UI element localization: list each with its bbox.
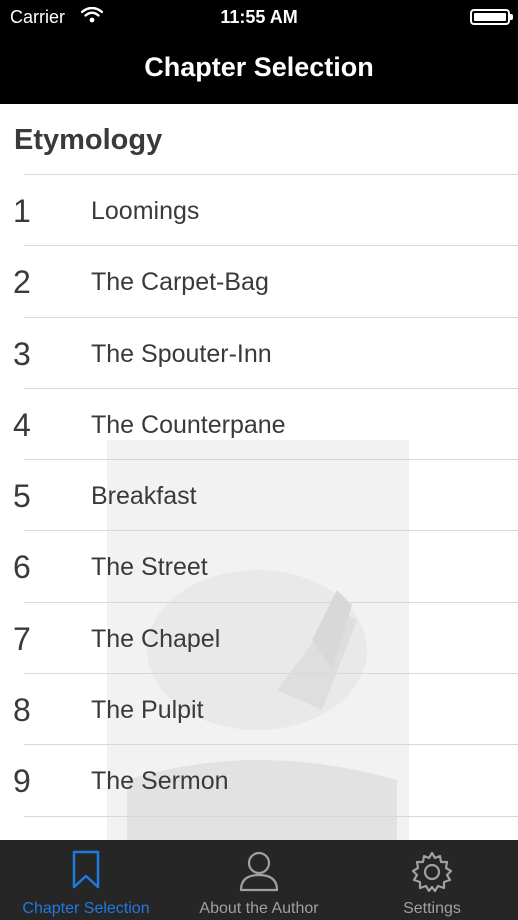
section-header[interactable]: Etymology: [0, 104, 518, 174]
chapter-number: 3: [13, 335, 31, 372]
chapter-title: The Pulpit: [91, 696, 204, 725]
chapter-title: The Chapel: [91, 624, 221, 653]
list-item[interactable]: 7 The Chapel: [13, 601, 518, 673]
list-item[interactable]: 4 The Counterpane: [13, 387, 518, 459]
tab-chapter-selection[interactable]: Chapter Selection: [0, 840, 172, 920]
list-item[interactable]: 2 The Carpet-Bag: [13, 245, 518, 316]
chapter-rows: 1 Loomings 2 The Carpet-Bag 3 The Spoute…: [0, 174, 518, 840]
list-item[interactable]: 8 The Pulpit: [13, 673, 518, 744]
section-header-label: Etymology: [14, 124, 163, 156]
tab-label: Settings: [403, 900, 461, 917]
list-item[interactable]: 1 Loomings: [13, 174, 518, 245]
status-bar: Carrier 11:55 AM: [0, 0, 518, 34]
chapter-number: 7: [13, 620, 31, 657]
chapter-number: 5: [13, 478, 31, 515]
chapter-number: 4: [13, 406, 31, 443]
tab-bar: Chapter Selection About the Author Setti…: [0, 840, 518, 920]
chapter-title: The Sermon: [91, 767, 229, 796]
tab-label: Chapter Selection: [22, 900, 150, 917]
chapter-title: The Spouter-Inn: [91, 339, 272, 368]
chapter-number: 8: [13, 692, 31, 729]
top-bar: Carrier 11:55 AM Chapter Selection: [0, 0, 518, 104]
chapter-number: 6: [13, 549, 31, 586]
chapter-title: Loomings: [91, 197, 200, 225]
app-screen: Carrier 11:55 AM Chapter Selection Etymo…: [0, 0, 518, 920]
chapter-list[interactable]: Etymology 1 Loomings 2 The Carpet-Bag 3 …: [0, 104, 518, 840]
list-item[interactable]: 5 Breakfast: [13, 459, 518, 530]
list-item[interactable]: 9 The Sermon: [13, 744, 518, 815]
page-title: Chapter Selection: [144, 52, 374, 82]
tab-label: About the Author: [199, 900, 319, 917]
chapter-title: Breakfast: [91, 482, 197, 511]
chapter-title: The Counterpane: [91, 410, 286, 439]
list-item[interactable]: 6 The Street: [13, 530, 518, 601]
chapter-number: 2: [13, 264, 31, 301]
tab-about-the-author[interactable]: About the Author: [173, 840, 345, 920]
chapter-title: The Street: [91, 553, 208, 582]
list-item[interactable]: 10: [13, 815, 518, 840]
chapter-number: 9: [13, 763, 31, 800]
chapter-number: 1: [13, 193, 31, 229]
list-item[interactable]: 3 The Spouter-Inn: [13, 316, 518, 388]
chapter-title: The Carpet-Bag: [91, 268, 269, 297]
status-time: 11:55 AM: [220, 7, 298, 27]
battery-icon: [470, 9, 513, 25]
tab-settings[interactable]: Settings: [346, 840, 518, 920]
